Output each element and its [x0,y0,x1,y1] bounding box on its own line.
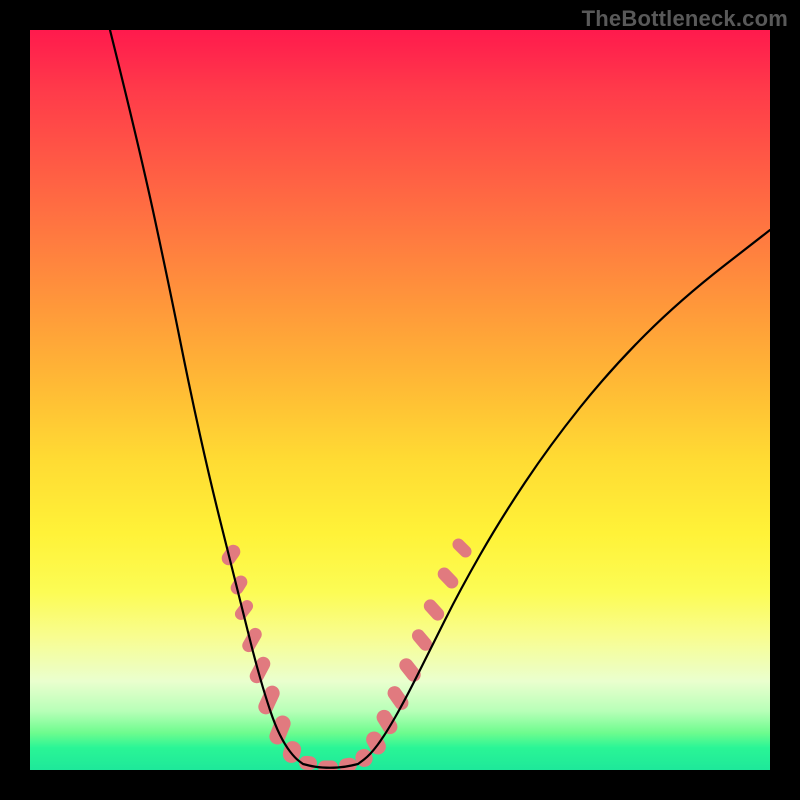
bottleneck-curve [110,30,770,768]
sprinkle-pill [267,713,293,747]
sprinkle-layer [219,536,474,770]
outer-frame: TheBottleneck.com [0,0,800,800]
sprinkle-pill [256,683,282,717]
plot-area [30,30,770,770]
chart-svg [30,30,770,770]
sprinkle-pill [435,565,461,591]
sprinkle-pill [421,597,447,624]
sprinkle-pill [385,683,411,712]
watermark-text: TheBottleneck.com [582,6,788,32]
sprinkle-pill [450,536,474,560]
